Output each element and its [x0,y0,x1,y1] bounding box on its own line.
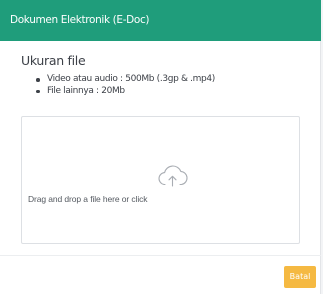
bullet-icon [36,78,40,82]
modal-header: Dokumen Elektronik (E-Doc) [0,0,321,41]
list-item-text: Video atau audio : 500Mb (.3gp & .mp4) [47,74,215,84]
file-dropzone[interactable]: Drag and drop a file here or click [21,116,300,244]
footer-divider [0,255,321,256]
list-item-text: File lainnya : 20Mb [47,85,125,96]
modal-title: Dokumen Elektronik (E-Doc) [10,14,150,26]
cancel-button[interactable]: Batal [284,266,316,288]
bullet-icon [36,89,40,93]
cloud-upload-icon [158,165,188,187]
edoc-modal: Dokumen Elektronik (E-Doc) Ukuran file V… [0,0,321,294]
dropzone-message: Drag and drop a file here or click [28,194,148,204]
file-size-list: Video atau audio : 500Mb (.3gp & .mp4) F… [35,74,215,97]
list-item: File lainnya : 20Mb [35,86,215,98]
file-size-heading: Ukuran file [21,53,86,68]
list-item: Video atau audio : 500Mb (.3gp & .mp4) [35,74,215,86]
